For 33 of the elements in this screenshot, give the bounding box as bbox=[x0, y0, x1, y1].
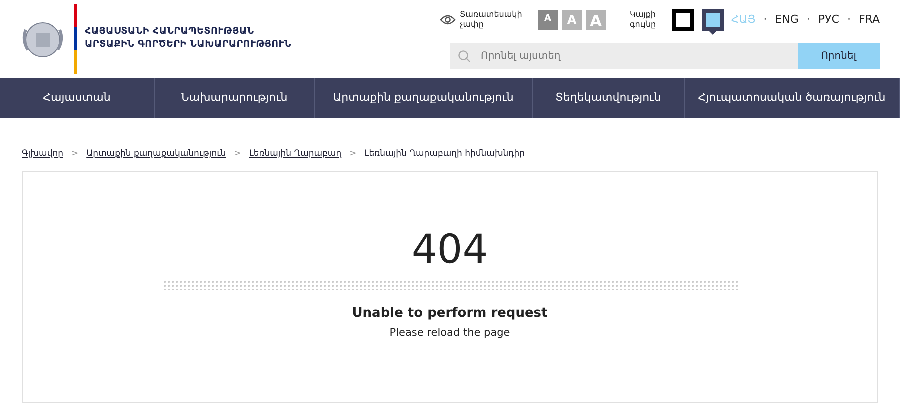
separator-dot: · bbox=[847, 12, 851, 28]
search-button[interactable]: Որոնել bbox=[798, 43, 880, 69]
nav-item[interactable]: Նախարարություն bbox=[155, 78, 315, 118]
separator-dot: · bbox=[806, 12, 810, 28]
error-title: Unable to perform request bbox=[352, 304, 548, 323]
language-link[interactable]: РУС bbox=[818, 12, 840, 28]
breadcrumb-link[interactable]: Գլխավոր bbox=[22, 148, 64, 161]
nav-item[interactable]: Հյուպատոսական ծառայություն bbox=[685, 78, 900, 118]
nav-item[interactable]: Հայաստան bbox=[0, 78, 155, 118]
ministry-name: ԱՐՏԱՔԻՆ ԳՈՐԾԵՐԻ ՆԱԽԱՐԱՐՈՒԹՅՈՒՆ bbox=[85, 39, 292, 52]
site-color-label: Կայքի գույնը bbox=[630, 10, 658, 30]
breadcrumb-link[interactable]: Արտաքին քաղաքականություն bbox=[86, 148, 226, 161]
flag-stripe bbox=[74, 4, 77, 74]
error-code: 404 bbox=[412, 228, 488, 272]
ministry-name: ՀԱՅԱՍՏԱՆԻ ՀԱՆՐԱՊԵՏՈՒԹՅԱՆ bbox=[85, 26, 256, 39]
font-size-button[interactable]: A bbox=[538, 10, 558, 30]
language-link[interactable]: ENG bbox=[775, 12, 799, 28]
breadcrumb-separator: > bbox=[350, 148, 357, 161]
breadcrumb-separator: > bbox=[71, 148, 79, 161]
nav-item[interactable]: Արտաքին քաղաքականություն bbox=[315, 78, 533, 118]
separator-dot: · bbox=[764, 12, 768, 28]
language-link[interactable]: FRA bbox=[858, 12, 880, 28]
search-icon bbox=[458, 50, 471, 62]
breadcrumb-current: Լեռնային Ղարաբաղի հիմնախնդիր bbox=[364, 148, 526, 161]
breadcrumb-separator: > bbox=[234, 148, 242, 161]
search-input[interactable]: Որոնել այստեղ bbox=[479, 48, 779, 64]
error-message: Please reload the page bbox=[390, 326, 510, 342]
search-field[interactable]: Որոնել այստեղ bbox=[450, 43, 798, 69]
color-scheme-button[interactable] bbox=[672, 9, 694, 31]
eye-icon bbox=[440, 14, 456, 26]
nav-item[interactable]: Տեղեկատվություն bbox=[533, 78, 685, 118]
breadcrumb-link[interactable]: Լեռնային Ղարաբաղ bbox=[249, 148, 342, 161]
font-size-label: Տառատեսակի չափը bbox=[460, 10, 522, 30]
